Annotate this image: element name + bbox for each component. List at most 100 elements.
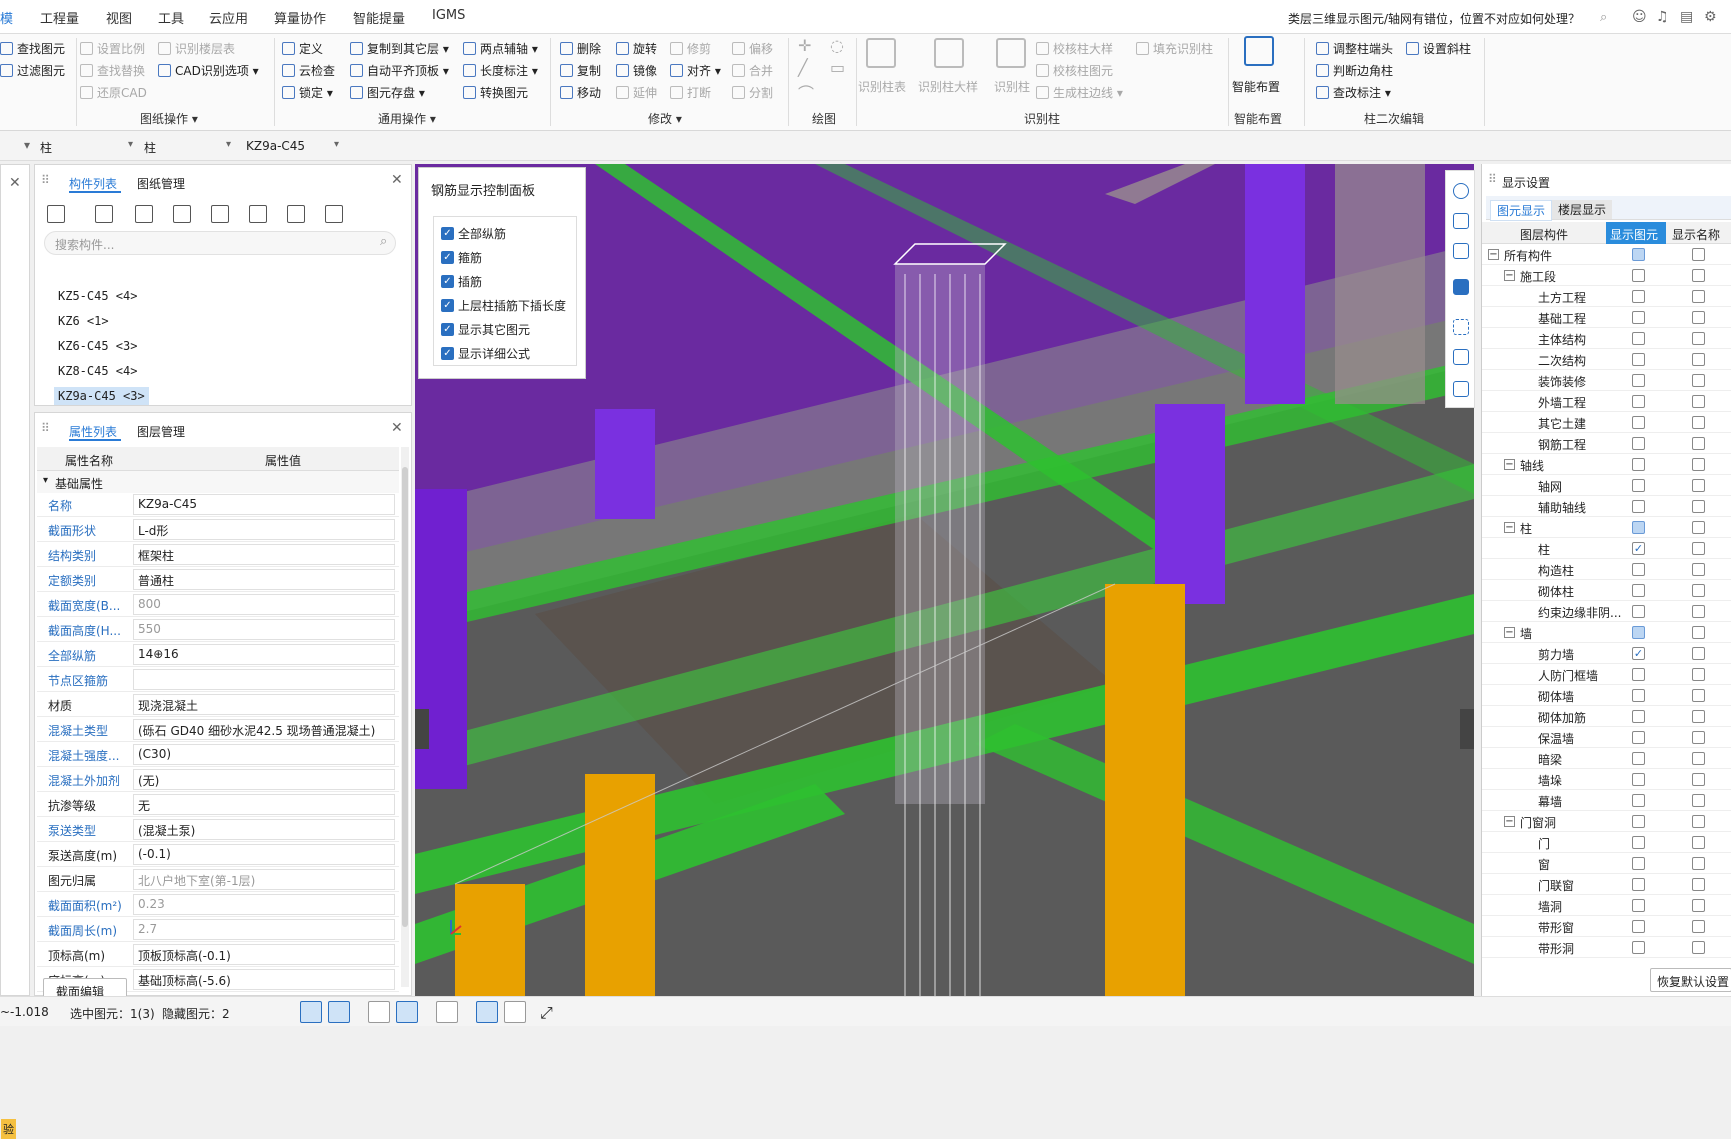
show-element-checkbox[interactable] bbox=[1632, 248, 1645, 261]
sort-icon[interactable] bbox=[287, 205, 305, 223]
lock-button[interactable]: 锁定 ▾ bbox=[282, 84, 333, 101]
fit-view-icon[interactable] bbox=[1453, 319, 1469, 335]
show-element-checkbox[interactable] bbox=[1632, 500, 1645, 513]
show-element-checkbox[interactable] bbox=[1632, 689, 1645, 702]
box-select-icon[interactable] bbox=[1453, 349, 1469, 365]
tree-row[interactable]: 墙垛 bbox=[1482, 769, 1731, 790]
solid-cube-icon[interactable] bbox=[1453, 279, 1469, 295]
show-name-checkbox[interactable] bbox=[1692, 647, 1705, 660]
tree-row[interactable]: − 施工段 bbox=[1482, 265, 1731, 286]
show-element-checkbox[interactable] bbox=[1632, 899, 1645, 912]
show-element-checkbox[interactable] bbox=[1632, 290, 1645, 303]
rotate-button[interactable]: 旋转 bbox=[616, 40, 657, 57]
component-search-input[interactable]: 搜索构件... bbox=[44, 231, 396, 255]
tree-row[interactable]: 幕墙 bbox=[1482, 790, 1731, 811]
show-element-checkbox[interactable] bbox=[1632, 437, 1645, 450]
tree-row[interactable]: 暗梁 bbox=[1482, 748, 1731, 769]
show-element-checkbox[interactable] bbox=[1632, 710, 1645, 723]
drag-handle-icon[interactable]: ⠿ bbox=[41, 421, 50, 435]
delete-button[interactable]: 删除 bbox=[560, 40, 601, 57]
show-element-checkbox[interactable] bbox=[1632, 668, 1645, 681]
menu-tools[interactable]: 工具 bbox=[158, 8, 184, 27]
show-name-checkbox[interactable] bbox=[1692, 248, 1705, 261]
headset-icon[interactable]: ♫ bbox=[1656, 9, 1669, 25]
rebar-option[interactable]: ✓ 插筋 bbox=[441, 273, 482, 290]
menu-quantity[interactable]: 工程量 bbox=[40, 8, 79, 27]
cloud-check-button[interactable]: 云检查 bbox=[282, 62, 335, 79]
show-name-checkbox[interactable] bbox=[1692, 878, 1705, 891]
identify-column-label[interactable]: 识别柱 bbox=[994, 78, 1030, 95]
property-value[interactable]: (C30) bbox=[133, 744, 395, 765]
property-value[interactable]: (混凝土泵) bbox=[133, 819, 395, 840]
property-value[interactable]: 0.23 bbox=[133, 894, 395, 915]
chevron-down-icon[interactable]: ▾ bbox=[128, 139, 133, 150]
angle-icon[interactable] bbox=[396, 1001, 418, 1023]
show-element-checkbox[interactable] bbox=[1632, 332, 1645, 345]
adjust-column-end-button[interactable]: 调整柱端头 bbox=[1316, 40, 1393, 57]
show-name-checkbox[interactable] bbox=[1692, 668, 1705, 681]
collapse-left-handle[interactable] bbox=[415, 709, 429, 749]
collapse-right-handle[interactable] bbox=[1460, 709, 1474, 749]
show-name-checkbox[interactable] bbox=[1692, 458, 1705, 471]
calendar-icon[interactable]: ▤ bbox=[1680, 9, 1693, 25]
show-name-checkbox[interactable] bbox=[1692, 941, 1705, 954]
orbit-icon[interactable] bbox=[1453, 183, 1469, 199]
show-name-checkbox[interactable] bbox=[1692, 920, 1705, 933]
show-element-checkbox[interactable] bbox=[1632, 563, 1645, 576]
copy-component-icon[interactable] bbox=[95, 205, 113, 223]
tab-element-display[interactable]: 图元显示 bbox=[1490, 200, 1553, 221]
layer-copy-icon[interactable] bbox=[173, 205, 191, 223]
fill-identify-column-button[interactable]: 填充识别柱 bbox=[1136, 40, 1213, 57]
show-name-checkbox[interactable] bbox=[1692, 752, 1705, 765]
list-item[interactable]: KZ6 <1> bbox=[58, 314, 109, 328]
show-name-checkbox[interactable] bbox=[1692, 521, 1705, 534]
restore-cad-button[interactable]: 还原CAD bbox=[80, 84, 147, 101]
rebar-option[interactable]: ✓ 全部纵筋 bbox=[441, 225, 506, 242]
show-name-checkbox[interactable] bbox=[1692, 395, 1705, 408]
tree-row[interactable]: 门 bbox=[1482, 832, 1731, 853]
show-element-checkbox[interactable] bbox=[1632, 458, 1645, 471]
property-value[interactable]: KZ9a-C45 bbox=[133, 494, 395, 515]
tab-floor-display[interactable]: 楼层显示 bbox=[1552, 200, 1613, 219]
show-name-checkbox[interactable] bbox=[1692, 773, 1705, 786]
import-icon[interactable] bbox=[211, 205, 229, 223]
tree-row[interactable]: 墙洞 bbox=[1482, 895, 1731, 916]
checkbox-checked-icon[interactable]: ✓ bbox=[441, 347, 454, 360]
show-name-checkbox[interactable] bbox=[1692, 815, 1705, 828]
tree-row[interactable]: 其它土建 bbox=[1482, 412, 1731, 433]
tab-drawing-manage[interactable]: 图纸管理 bbox=[137, 175, 185, 192]
component-select[interactable]: KZ9a-C45 bbox=[246, 139, 305, 153]
tab-component-list[interactable]: 构件列表 bbox=[69, 175, 117, 192]
property-value[interactable]: 14⊕16 bbox=[133, 644, 395, 665]
help-search-input[interactable]: 类层三维显示图元/轴网有错位，位置不对应如何处理？ bbox=[1288, 10, 1580, 27]
copy-to-floor-button[interactable]: 复制到其它层 ▾ bbox=[350, 40, 449, 57]
show-element-checkbox[interactable] bbox=[1632, 395, 1645, 408]
show-name-checkbox[interactable] bbox=[1692, 437, 1705, 450]
settings-list-icon[interactable] bbox=[1453, 381, 1469, 397]
collapse-icon[interactable]: − bbox=[1504, 270, 1515, 281]
menu-collab[interactable]: 算量协作 bbox=[274, 8, 326, 27]
collapse-icon[interactable]: ▾ bbox=[43, 475, 48, 486]
list-item-selected[interactable]: KZ9a-C45 <3> bbox=[54, 387, 149, 405]
drag-handle-icon[interactable]: ⠿ bbox=[1488, 172, 1497, 186]
property-value[interactable]: L-d形 bbox=[133, 519, 395, 540]
tree-row[interactable]: 门联窗 bbox=[1482, 874, 1731, 895]
list-item[interactable]: KZ6-C45 <3> bbox=[58, 339, 137, 353]
property-value[interactable]: 550 bbox=[133, 619, 395, 640]
curve-icon[interactable] bbox=[504, 1001, 526, 1023]
tree-row[interactable]: 约束边缘非阴... bbox=[1482, 601, 1731, 622]
identify-floor-table-button[interactable]: 识别楼层表 bbox=[158, 40, 235, 57]
find-element-button[interactable]: 查找图元 bbox=[0, 40, 65, 57]
user-icon[interactable]: ☺ bbox=[1632, 9, 1647, 25]
gen-column-edge-button[interactable]: 生成柱边线 ▾ bbox=[1036, 84, 1123, 101]
tree-row[interactable]: 带形洞 bbox=[1482, 937, 1731, 958]
filter-list-icon[interactable] bbox=[325, 205, 343, 223]
point-draw-icon[interactable]: ✛ bbox=[798, 36, 811, 55]
show-name-checkbox[interactable] bbox=[1692, 500, 1705, 513]
property-scrollbar[interactable] bbox=[401, 447, 409, 987]
rect-draw-icon[interactable]: ▭ bbox=[830, 58, 845, 77]
property-value[interactable]: 基础顶标高(-5.6) bbox=[133, 969, 395, 990]
selected-column[interactable] bbox=[895, 264, 985, 804]
show-element-checkbox[interactable] bbox=[1632, 794, 1645, 807]
align-button[interactable]: 对齐 ▾ bbox=[670, 62, 721, 79]
